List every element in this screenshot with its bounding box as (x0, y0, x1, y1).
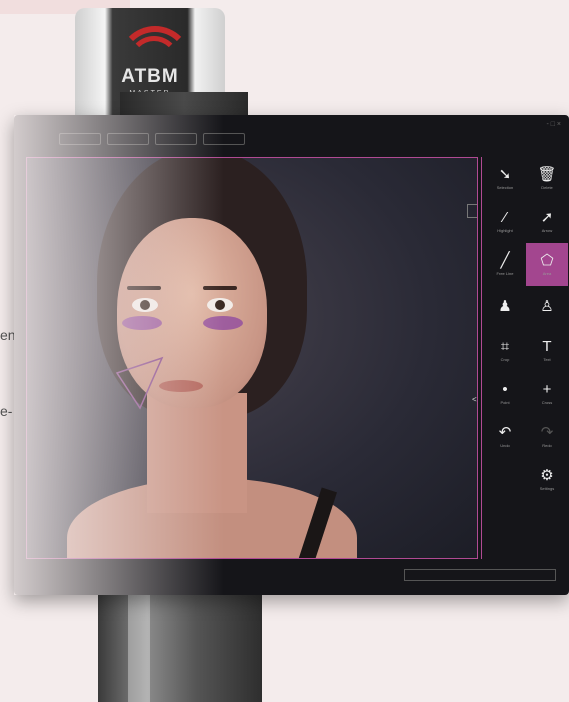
text-icon: T (542, 338, 552, 355)
shape-icon: ⬠ (540, 252, 554, 269)
portrait-lips (159, 380, 203, 392)
top-button-2[interactable] (107, 133, 149, 145)
tool-label: Free Line (496, 271, 514, 276)
undo-icon: ↶ (498, 424, 512, 441)
device-stand (98, 592, 262, 702)
left-eye (132, 298, 158, 312)
freeline-icon: ╱ (500, 252, 510, 269)
annotation-mark-left[interactable] (122, 316, 162, 330)
tool-label: Area (542, 271, 552, 276)
tool-user-outline-button[interactable]: ♙ (526, 286, 568, 329)
window-controls[interactable]: - □ × (546, 121, 561, 128)
tool-user-button[interactable]: ♟ (484, 286, 526, 329)
redo-icon: ↷ (540, 424, 554, 441)
right-eye (207, 298, 233, 312)
tool-freeline-button[interactable]: ╱ Free Line (484, 243, 526, 286)
tool-label: Cross (541, 400, 553, 405)
bottom-status-bar[interactable] (404, 569, 556, 581)
cursor-icon: ➘ (498, 166, 512, 183)
tool-settings-button[interactable]: ⚙ Settings (526, 458, 568, 501)
tool-shape-button[interactable]: ⬠ Area (526, 243, 568, 286)
tool-empty-button (484, 458, 526, 501)
tool-undo-button[interactable]: ↶ Undo (484, 415, 526, 458)
top-button-3[interactable] (155, 133, 197, 145)
right-brow (203, 286, 237, 290)
top-toolbar (59, 133, 245, 145)
crop-icon: ⌗ (500, 338, 510, 355)
image-corner-icon[interactable] (467, 204, 477, 218)
settings-icon: ⚙ (540, 467, 554, 484)
tool-plus-button[interactable]: + Cross (526, 372, 568, 415)
tool-highlight-button[interactable]: ⁄ Highlight (484, 200, 526, 243)
top-button-1[interactable] (59, 133, 101, 145)
resize-handle-icon[interactable]: <|> (472, 395, 477, 404)
highlight-icon: ⁄ (503, 209, 507, 226)
tool-label: Settings (539, 486, 555, 491)
canvas-divider (481, 157, 482, 559)
side-text-line-2: e- (0, 403, 13, 419)
tool-label: Selection (496, 185, 514, 190)
tool-text-button[interactable]: T Text (526, 329, 568, 372)
monitor-screen: - □ × <|> ➘ Selection 🗑 Delete ⁄ Highlight ➚ Ar… (14, 115, 569, 595)
tool-label: Highlight (497, 228, 513, 233)
arrow-icon: ➚ (540, 209, 554, 226)
image-canvas[interactable]: <|> (26, 157, 478, 559)
tool-arrow-button[interactable]: ➚ Arrow (526, 200, 568, 243)
tool-redo-button[interactable]: ↷ Redo (526, 415, 568, 458)
annotation-mark-right[interactable] (203, 316, 243, 330)
tool-cursor-button[interactable]: ➘ Selection (484, 157, 526, 200)
tool-panel: ➘ Selection 🗑 Delete ⁄ Highlight ➚ Arrow ╱ Free L… (484, 157, 568, 501)
plus-icon: + (542, 381, 552, 398)
top-button-4[interactable] (203, 133, 245, 145)
user-icon: ♟ (498, 297, 512, 315)
tool-label: Arrow (541, 228, 553, 233)
tool-label: Point (500, 400, 510, 405)
tool-crop-button[interactable]: ⌗ Crop (484, 329, 526, 372)
brand-logo: ATBM (121, 66, 179, 87)
tool-label: Delete (541, 185, 553, 190)
left-brow (127, 286, 161, 290)
tool-point-button[interactable]: • Point (484, 372, 526, 415)
tool-label: Text (543, 357, 551, 362)
point-icon: • (502, 381, 508, 398)
tool-trash-button[interactable]: 🗑 Delete (526, 157, 568, 200)
tool-label: Undo (500, 443, 510, 448)
user-outline-icon: ♙ (540, 297, 554, 315)
tool-label: Redo (542, 443, 552, 448)
tool-label: Crop (500, 357, 510, 362)
trash-icon: 🗑 (537, 166, 557, 183)
